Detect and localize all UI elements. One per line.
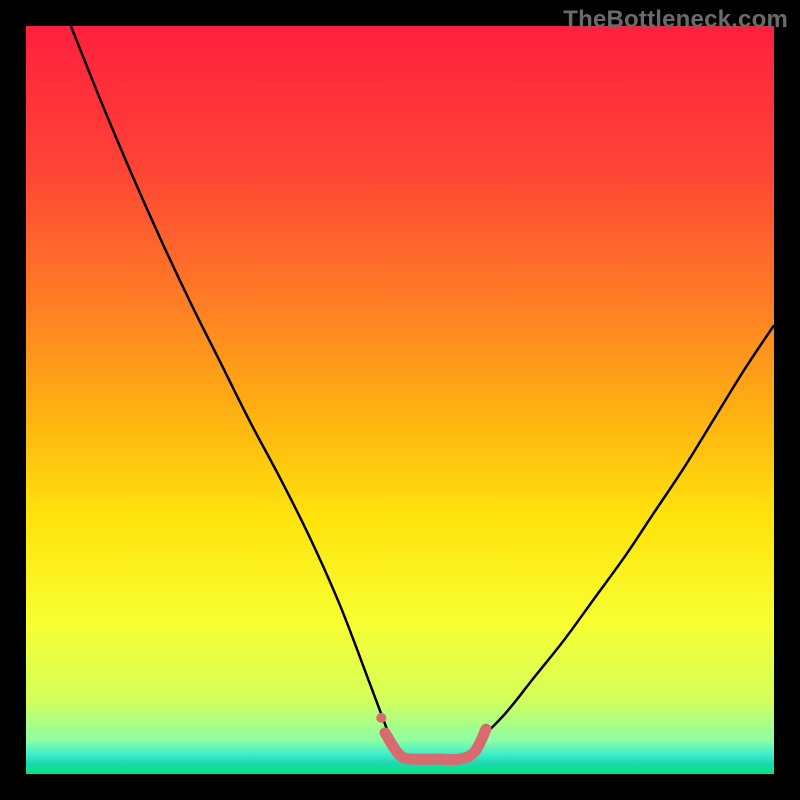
marker-dot xyxy=(376,713,386,723)
series-right-arm xyxy=(475,325,774,744)
series-bottom-highlight xyxy=(385,729,486,760)
chart-frame: TheBottleneck.com xyxy=(0,0,800,800)
plot-area xyxy=(26,26,774,774)
series-left-arm xyxy=(71,26,393,744)
curves-layer xyxy=(26,26,774,774)
watermark-text: TheBottleneck.com xyxy=(563,6,788,34)
